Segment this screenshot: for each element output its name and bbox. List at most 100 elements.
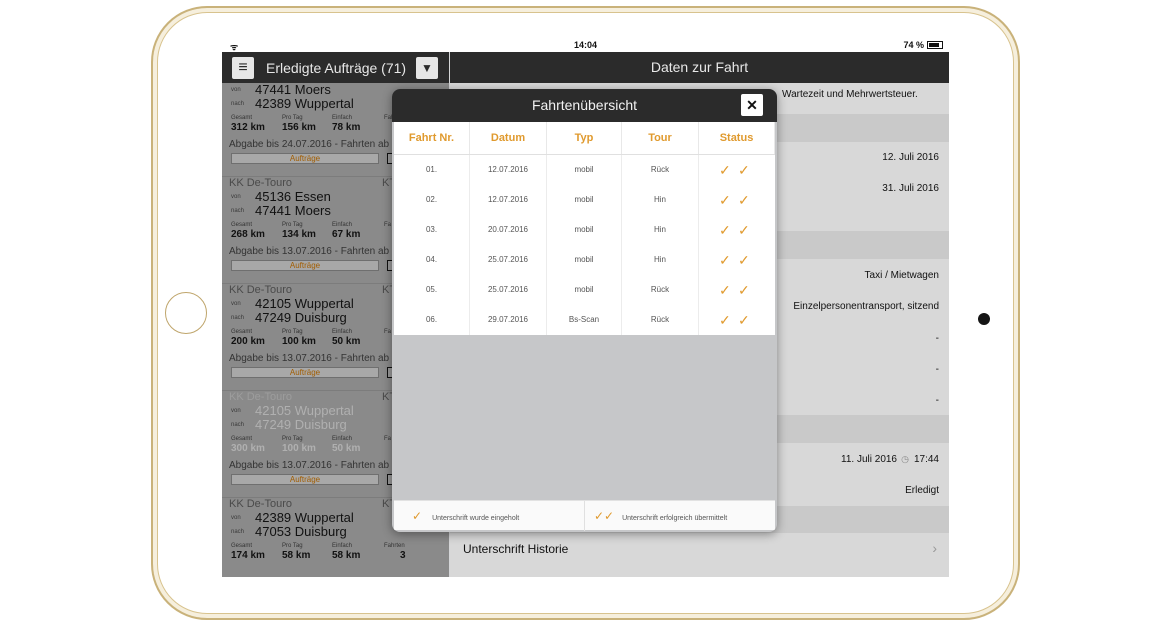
trips-label: Fahrten: [384, 543, 405, 549]
per-day-label: Pro Tag: [282, 543, 303, 549]
status-legend: ✓ Unterschrift wurde eingeholt ✓✓ Untersch…: [394, 500, 775, 531]
to-city: 47249 Duisburg: [255, 417, 347, 432]
table-row[interactable]: 04. 25.07.2016 mobil Hin ✓ ✓: [394, 245, 775, 275]
check-icon: ✓: [719, 252, 731, 268]
company-label: KK De-Touro: [229, 391, 292, 403]
from-city: 42389 Wuppertal: [255, 510, 354, 525]
table-cell: Rück: [622, 305, 699, 335]
orders-button[interactable]: Aufträge: [231, 474, 379, 485]
from-label: von: [231, 515, 241, 521]
detail-title: Daten zur Fahrt: [450, 52, 949, 83]
battery-indicator: 74 %: [903, 40, 943, 50]
check-icon: ✓: [412, 509, 423, 523]
table-cell: mobil: [547, 185, 622, 215]
orders-button[interactable]: Aufträge: [231, 367, 379, 378]
per-day-label: Pro Tag: [282, 115, 303, 121]
table-cell: 06.: [394, 305, 470, 335]
table-row[interactable]: 02. 12.07.2016 mobil Hin ✓ ✓: [394, 185, 775, 215]
screen: ᯤ 14:04 74 % ≡ Erledigte Aufträge (71) ▼…: [222, 38, 949, 577]
column-header: Fahrt Nr.: [394, 122, 470, 154]
table-row[interactable]: 05. 25.07.2016 mobil Rück ✓ ✓: [394, 275, 775, 305]
menu-icon[interactable]: ≡: [232, 57, 254, 79]
to-label: nach: [231, 101, 245, 107]
table-cell: Hin: [622, 245, 699, 275]
clock-icon: ◷: [901, 454, 909, 464]
single-label: Einfach: [332, 329, 353, 335]
deadline-text: Abgabe bis 13.07.2016 - Fahrten ab 1: [229, 460, 398, 471]
check-icon: ✓: [719, 312, 731, 328]
deadline-text: Abgabe bis 24.07.2016 - Fahrten ab 2: [229, 139, 398, 150]
status-time: 14:04: [573, 40, 598, 50]
trips-value: 3: [400, 550, 406, 561]
total-label: Gesamt: [231, 436, 253, 442]
table-row[interactable]: 01. 12.07.2016 mobil Rück ✓ ✓: [394, 155, 775, 185]
total-value: 200 km: [231, 336, 265, 347]
home-button[interactable]: [165, 292, 207, 334]
deadline-text: Abgabe bis 13.07.2016 - Fahrten ab 1: [229, 246, 398, 257]
battery-icon: [927, 41, 943, 49]
check-icon: ✓: [719, 222, 731, 238]
table-cell: 01.: [394, 155, 470, 185]
trip-overview-modal: Fahrtenübersicht ✕ Fahrt Nr. Datum Typ Tour…: [392, 89, 777, 532]
chevron-right-icon: ›: [932, 540, 937, 556]
check-icon: ✓: [719, 282, 731, 298]
left-title: Erledigte Aufträge (71): [266, 60, 407, 76]
check-icon: ✓: [738, 282, 750, 298]
filter-icon[interactable]: ▼: [416, 57, 438, 79]
to-city: 47053 Duisburg: [255, 524, 347, 539]
single-value: 50 km: [332, 443, 361, 454]
single-label: Einfach: [332, 436, 353, 442]
legend-single: ✓ Unterschrift wurde eingeholt: [412, 509, 520, 523]
status-bar: ᯤ 14:04 74 %: [222, 38, 949, 52]
to-label: nach: [231, 315, 245, 321]
table-cell: mobil: [547, 275, 622, 305]
orders-button[interactable]: Aufträge: [231, 260, 379, 271]
table-row[interactable]: 03. 20.07.2016 mobil Hin ✓ ✓: [394, 215, 775, 245]
per-day-value: 58 km: [282, 550, 311, 561]
per-day-label: Pro Tag: [282, 222, 303, 228]
trip-table: Fahrt Nr. Datum Typ Tour Status 01. 12.07.2016…: [394, 122, 775, 335]
to-city: 47441 Moers: [255, 203, 331, 218]
single-value: 67 km: [332, 229, 361, 240]
table-cell: Bs-Scan: [547, 305, 622, 335]
to-city: 47249 Duisburg: [255, 310, 347, 325]
table-cell: 05.: [394, 275, 470, 305]
per-day-value: 156 km: [282, 122, 316, 133]
battery-percent: 74 %: [903, 40, 924, 50]
modal-title: Fahrtenübersicht: [531, 97, 638, 113]
check-icon: ✓: [719, 162, 731, 178]
table-row[interactable]: 06. 29.07.2016 Bs-Scan Rück ✓ ✓: [394, 305, 775, 335]
column-header: Typ: [547, 122, 622, 154]
check-icon: ✓: [738, 222, 750, 238]
from-label: von: [231, 87, 241, 93]
detail-note: Wartezeit und Mehrwertsteuer.: [782, 89, 918, 100]
from-city: 47441 Moers: [255, 83, 331, 97]
from-label: von: [231, 301, 241, 307]
single-value: 50 km: [332, 336, 361, 347]
per-day-label: Pro Tag: [282, 436, 303, 442]
total-value: 312 km: [231, 122, 265, 133]
total-value: 174 km: [231, 550, 265, 561]
table-cell: mobil: [547, 155, 622, 185]
table-cell: 03.: [394, 215, 470, 245]
close-button[interactable]: ✕: [741, 94, 763, 116]
total-label: Gesamt: [231, 543, 253, 549]
signature-history-row[interactable]: Unterschrift Historie ›: [450, 533, 949, 564]
double-check-icon: ✓✓: [594, 509, 615, 523]
modal-header: Fahrtenübersicht ✕: [392, 89, 777, 122]
left-header: ≡ Erledigte Aufträge (71) ▼: [222, 52, 449, 83]
orders-button[interactable]: Aufträge: [231, 153, 379, 164]
table-cell: 12.07.2016: [470, 185, 547, 215]
single-label: Einfach: [332, 115, 353, 121]
to-label: nach: [231, 208, 245, 214]
total-value: 268 km: [231, 229, 265, 240]
total-label: Gesamt: [231, 115, 253, 121]
check-icon: ✓: [738, 312, 750, 328]
signature-history-label: Unterschrift Historie: [463, 542, 569, 556]
table-cell: 25.07.2016: [470, 275, 547, 305]
check-icon: ✓: [738, 252, 750, 268]
table-cell: Hin: [622, 215, 699, 245]
to-label: nach: [231, 422, 245, 428]
trips-label: Fa: [384, 436, 392, 442]
to-label: nach: [231, 529, 245, 535]
